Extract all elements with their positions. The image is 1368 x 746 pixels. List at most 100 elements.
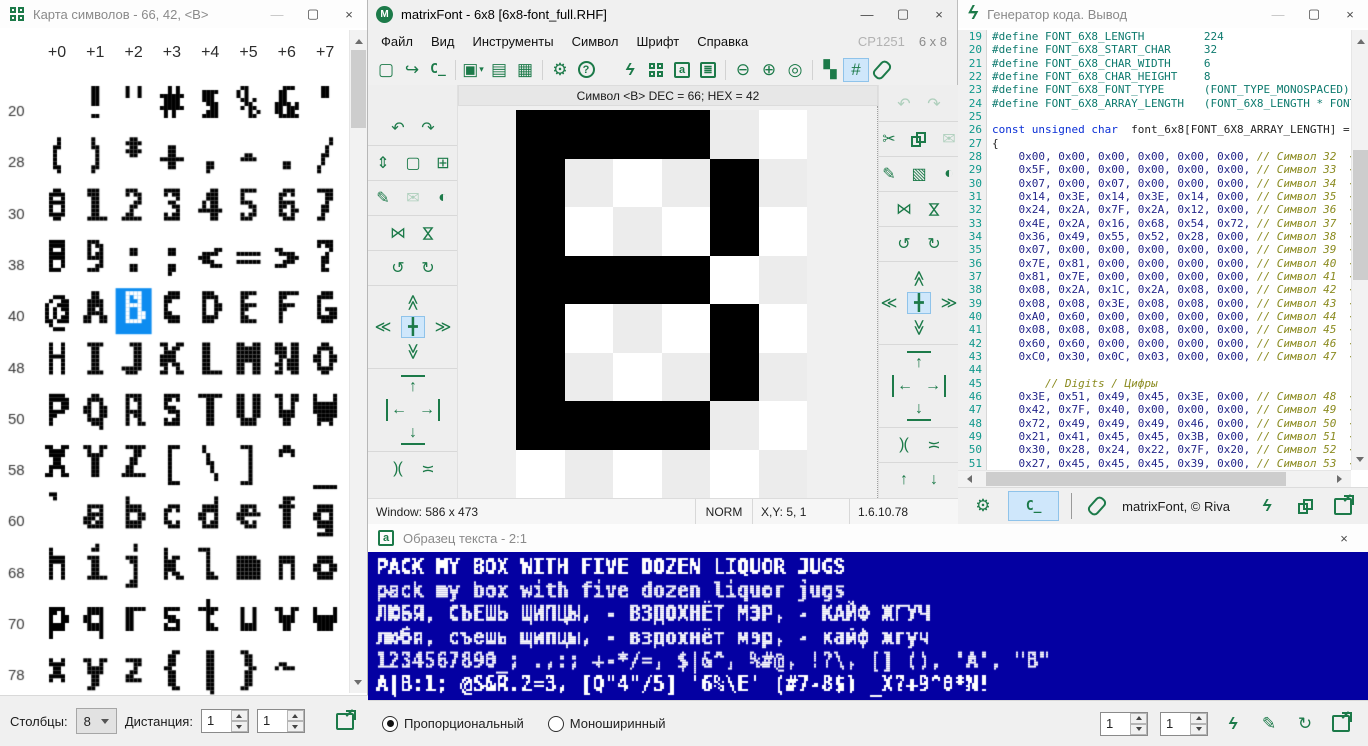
menu-справка[interactable]: Справка	[688, 29, 757, 54]
move-right-icon[interactable]: ≫	[431, 316, 455, 338]
copy-icon[interactable]	[907, 128, 931, 150]
glyph-pixel[interactable]	[516, 256, 565, 305]
glyph-pixel[interactable]	[759, 207, 808, 256]
squeeze-horizontal-icon[interactable]: )(	[892, 434, 916, 456]
align-left-icon[interactable]: ←	[386, 399, 410, 421]
align-top-icon[interactable]: ↑	[401, 375, 425, 397]
glyph-pixel[interactable]	[565, 207, 614, 256]
glyph-pixel[interactable]	[710, 304, 759, 353]
scroll-thumb[interactable]	[351, 50, 366, 128]
glyph-pixel[interactable]	[759, 450, 808, 499]
move-down-icon[interactable]: ≫	[908, 315, 930, 339]
glyph-pixel[interactable]	[565, 450, 614, 499]
close-button[interactable]: ×	[331, 0, 367, 28]
columns-select[interactable]: 8	[76, 708, 117, 734]
glyph-pixel[interactable]	[759, 256, 808, 305]
flip-vertical-icon[interactable]: ⋈	[417, 221, 439, 245]
code-output[interactable]: 19#define FONT_6X8_LENGTH 22420#define F…	[958, 30, 1351, 470]
paste-disabled-icon[interactable]: ✉	[937, 128, 961, 150]
open-font-icon[interactable]: ↪	[399, 58, 425, 82]
glyph-pixel[interactable]	[710, 353, 759, 402]
glyph-pixel[interactable]	[662, 304, 711, 353]
glyph-pixel[interactable]	[662, 207, 711, 256]
char-map-grid[interactable]	[0, 78, 346, 695]
maximize-button[interactable]: ▢	[1296, 0, 1332, 28]
scroll-thumb[interactable]	[1353, 150, 1368, 280]
spin-up-icon[interactable]	[1130, 713, 1147, 724]
flip-horizontal-icon[interactable]: ⋈	[892, 198, 916, 220]
invert-glyph-icon[interactable]: ◐	[431, 187, 455, 209]
glyph-pixel[interactable]	[613, 450, 662, 499]
generate-code-icon[interactable]: ϟ	[617, 58, 643, 82]
help-icon[interactable]: ?	[573, 58, 599, 82]
glyph-pixel[interactable]	[710, 450, 759, 499]
code-horizontal-scrollbar[interactable]	[958, 470, 1351, 488]
glyph-pixel[interactable]	[516, 207, 565, 256]
paint-icon[interactable]: ✎	[877, 163, 901, 185]
settings-gear-icon[interactable]: ⚙	[547, 58, 573, 82]
sample-scale-x-spinner[interactable]: 1	[1100, 712, 1148, 736]
close-button[interactable]: ×	[921, 0, 957, 28]
line-height-icon[interactable]: ⇕	[371, 152, 395, 174]
scroll-up-icon[interactable]	[1357, 35, 1365, 44]
scroll-right-icon[interactable]	[1337, 475, 1346, 483]
rotate-ccw-icon[interactable]: ↺	[892, 233, 916, 255]
minimize-button[interactable]: —	[259, 0, 295, 28]
close-button[interactable]: ×	[1326, 524, 1362, 552]
glyph-pixel[interactable]	[710, 110, 759, 159]
align-bottom-icon[interactable]: ↓	[401, 423, 425, 445]
undo-icon[interactable]: ↶	[892, 93, 916, 115]
squeeze-vertical-icon[interactable]: ≍	[922, 434, 946, 456]
settings-gear-icon[interactable]: ⚙	[970, 494, 996, 518]
glyph-pixel[interactable]	[613, 256, 662, 305]
char-map-scrollbar[interactable]	[349, 30, 367, 693]
invert-glyph-icon[interactable]: ◐	[937, 163, 961, 185]
glyph-pixel[interactable]	[613, 207, 662, 256]
glyph-pixel[interactable]	[565, 401, 614, 450]
glyph-pixel[interactable]	[759, 353, 808, 402]
paint-icon[interactable]: ✎	[371, 187, 395, 209]
move-up-icon[interactable]: ≫	[908, 267, 930, 291]
copy-code-icon[interactable]	[1292, 494, 1318, 518]
minimize-button[interactable]: —	[849, 0, 885, 28]
glyph-pixel[interactable]	[710, 256, 759, 305]
rotate-cw-icon[interactable]: ↻	[416, 257, 440, 279]
glyph-pixel[interactable]	[710, 207, 759, 256]
cut-icon[interactable]: ✂	[877, 128, 901, 150]
scroll-down-icon[interactable]	[354, 680, 362, 689]
move-left-icon[interactable]: ≪	[877, 292, 901, 314]
glyph-pixel[interactable]	[662, 256, 711, 305]
sample-text-toggle-icon[interactable]: a	[669, 58, 695, 82]
maximize-button[interactable]: ▢	[885, 0, 921, 28]
spin-up-icon[interactable]	[287, 710, 304, 721]
radio-monospaced[interactable]: Моноширинный	[548, 716, 666, 732]
glyph-pixel[interactable]	[565, 304, 614, 353]
move-down-icon[interactable]: ≫	[402, 339, 424, 363]
refresh-sample-icon[interactable]: ↻	[1292, 712, 1318, 736]
glyph-pixel[interactable]	[565, 159, 614, 208]
scroll-up-icon[interactable]	[355, 35, 363, 44]
zoom-out-icon[interactable]: ⊖	[730, 58, 756, 82]
spin-up-icon[interactable]	[231, 710, 248, 721]
menu-шрифт[interactable]: Шрифт	[627, 29, 688, 54]
glyph-pixel[interactable]	[759, 401, 808, 450]
spin-up-icon[interactable]	[1190, 713, 1207, 724]
scroll-thumb[interactable]	[986, 472, 1286, 486]
save-as-icon[interactable]: ▦	[512, 58, 538, 82]
distance-x-spinner[interactable]: 1	[201, 709, 249, 733]
canvas-size-icon[interactable]: ⊞	[431, 152, 455, 174]
align-top-icon[interactable]: ↑	[907, 351, 931, 373]
code-vertical-scrollbar[interactable]	[1351, 30, 1368, 470]
redo-icon[interactable]: ↷	[922, 93, 946, 115]
glyph-pixel[interactable]	[516, 401, 565, 450]
glyph-pixel[interactable]	[662, 159, 711, 208]
zoom-in-icon[interactable]: ⊕	[756, 58, 782, 82]
language-c-button[interactable]: C_	[1008, 491, 1059, 521]
glyph-pixel[interactable]	[613, 353, 662, 402]
glyph-pixel[interactable]	[516, 353, 565, 402]
spin-down-icon[interactable]	[1130, 724, 1147, 735]
export-charmap-icon[interactable]	[332, 709, 358, 733]
invert-preview-icon[interactable]: ▚	[817, 58, 843, 82]
glyph-pixel[interactable]	[516, 304, 565, 353]
attach-icon[interactable]	[1084, 494, 1110, 518]
